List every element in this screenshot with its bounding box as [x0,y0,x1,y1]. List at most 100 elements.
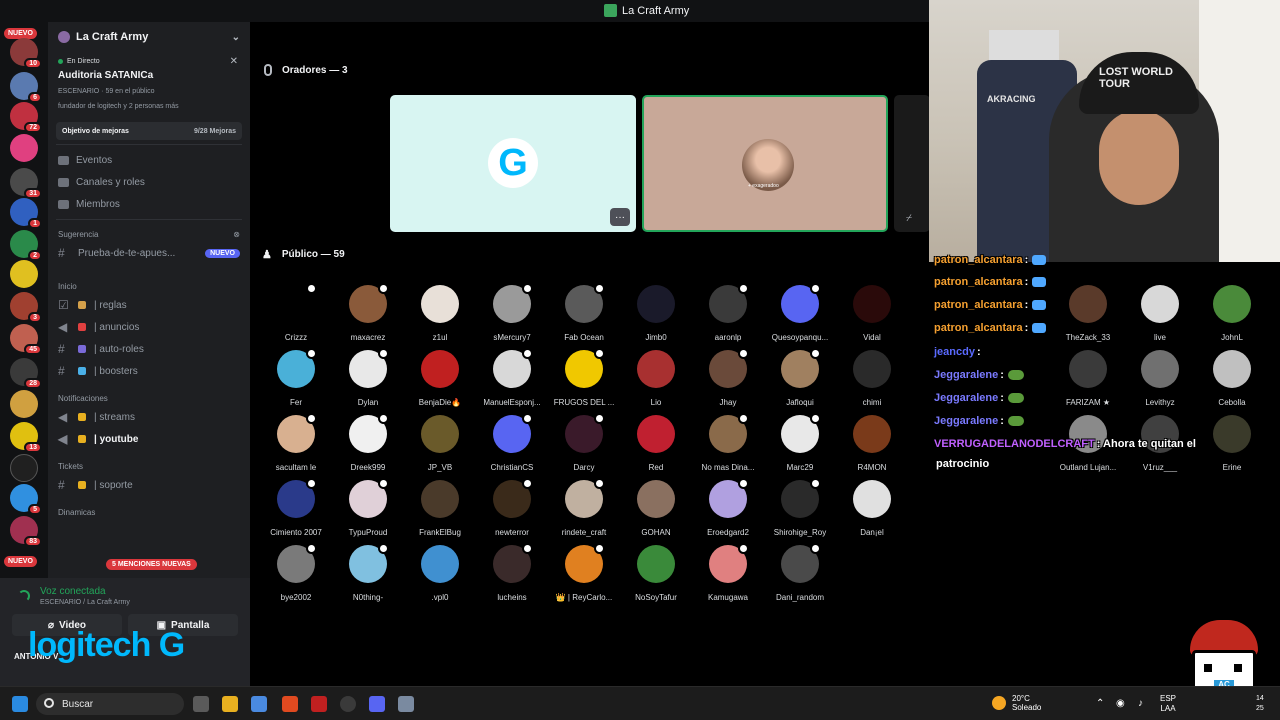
channel-soporte[interactable]: # | soporte [48,474,250,496]
audience-member[interactable]: chimi [836,350,908,407]
audience-member[interactable]: Jhay [692,348,764,407]
store-icon[interactable] [251,696,267,712]
category-inicio[interactable]: Inicio [48,278,250,294]
new-mentions-badge[interactable]: 5 MENCIONES NUEVAS [106,559,197,570]
obs-icon[interactable] [340,696,356,712]
audience-member[interactable]: Darcy [548,413,620,472]
server-icon[interactable]: 10 [10,38,42,69]
audience-member[interactable]: Levithyz [1124,350,1196,407]
language-indicator[interactable]: ESP LAA [1160,694,1176,714]
audience-member[interactable]: Jafloqui [764,348,836,407]
taskbar-search[interactable]: Buscar [36,693,184,715]
audience-member[interactable]: .vpl0 [404,545,476,602]
audience-member[interactable]: Dylan [332,348,404,407]
audience-member[interactable]: Eroedgard2 [692,478,764,537]
audience-member[interactable]: Dani_random [764,543,836,602]
close-icon[interactable]: ✕ [230,56,238,67]
audience-member[interactable]: Cimiento 2007 [260,478,332,537]
audience-member[interactable]: TypuProud [332,478,404,537]
server-icon[interactable]: 83 [10,516,42,547]
audience-member[interactable]: Cebolla [1196,350,1268,407]
audience-member[interactable]: Fer [260,348,332,407]
tray-network-icon[interactable]: ◉ [1116,698,1125,709]
server-icon[interactable]: 72 [10,102,42,133]
more-options-button[interactable]: ··· [610,208,630,226]
server-header[interactable]: La Craft Army ⌄ [48,22,250,52]
voice-status[interactable]: Voz conectada [40,586,106,597]
category-notificaciones[interactable]: Notificaciones [48,390,250,406]
audience-member[interactable]: Shirohige_Roy [764,478,836,537]
audience-member[interactable]: Crizzz [260,283,332,342]
channel-streams[interactable]: ◀ | streams [48,406,250,428]
audience-member[interactable]: 👑 | ReyCarlo... [548,543,620,602]
audience-member[interactable]: Dreek999 [332,413,404,472]
audience-member[interactable]: Erine [1196,415,1268,472]
settings-icon[interactable] [398,696,414,712]
channel-suggestion[interactable]: # Prueba-de-te-apues... NUEVO [48,242,250,264]
audience-member[interactable]: JP_VB [404,415,476,472]
audience-member[interactable]: maxacrez [332,283,404,342]
audience-member[interactable]: GOHAN [620,480,692,537]
audience-member[interactable]: Red [620,415,692,472]
tray-chevron-icon[interactable]: ⌃ [1096,698,1104,709]
audience-member[interactable]: R4MON [836,415,908,472]
audience-member[interactable]: z1ul [404,285,476,342]
audience-member[interactable]: FRUGOS DEL ... [548,348,620,407]
server-icon[interactable]: 3 [10,292,42,323]
nav-members[interactable]: Miembros [48,193,250,215]
close-icon[interactable]: ⊗ [233,230,240,239]
boost-goal[interactable]: Objetivo de mejoras 9/28 Mejoras [56,122,242,140]
audience-member[interactable]: rindete_craft [548,478,620,537]
audience-member[interactable]: TheZack_33 [1052,285,1124,342]
audience-member[interactable]: FARIZAM ★ [1052,350,1124,407]
audience-member[interactable]: sMercury7 [476,283,548,342]
audience-member[interactable]: Marc29 [764,413,836,472]
audience-member[interactable]: sacultam le [260,413,332,472]
channel-boosters[interactable]: # | boosters [48,360,250,382]
speaker-tile-logitech[interactable]: G ··· [390,95,636,232]
audience-member[interactable]: newterror [476,478,548,537]
speaker-tile-user[interactable]: + exageradoo [642,95,888,232]
brave-icon[interactable] [282,696,298,712]
nav-channels-roles[interactable]: Canales y roles [48,171,250,193]
audience-member[interactable]: Fab Ocean [548,283,620,342]
audience-member[interactable]: NoSoyTafur [620,545,692,602]
audience-member[interactable]: Dan¡el [836,480,908,537]
audience-member[interactable]: Kamugawa [692,543,764,602]
server-icon[interactable] [10,454,38,482]
task-view-icon[interactable] [193,696,209,712]
file-explorer-icon[interactable] [222,696,238,712]
server-icon[interactable]: 2 [10,230,42,261]
server-icon[interactable]: 45 [10,324,42,355]
server-icon[interactable]: 28 [10,358,42,389]
audience-member[interactable]: Jimb0 [620,285,692,342]
windows-start-icon[interactable] [12,696,28,712]
server-icon[interactable]: 1 [10,198,42,229]
audience-member[interactable]: aaronlp [692,283,764,342]
audience-member[interactable]: Quesoypanqu... [764,283,836,342]
category-dinamicas[interactable]: Dinamicas [48,504,250,520]
discord-icon[interactable] [369,696,385,712]
audience-member[interactable]: ChristianCS [476,413,548,472]
audience-member[interactable]: ManuelEsponj... [476,348,548,407]
server-icon[interactable]: 5 [10,484,42,515]
weather-widget[interactable]: 20°C Soleado [992,694,1041,712]
audience-member[interactable]: Vidal [836,285,908,342]
server-icon[interactable]: 13 [10,422,42,453]
channel-anuncios[interactable]: ◀ | anuncios [48,316,250,338]
audience-member[interactable]: JohnL [1196,285,1268,342]
audience-member[interactable]: FrankElBug [404,480,476,537]
category-suggestion[interactable]: Sugerencia ⊗ [48,226,250,242]
audience-member[interactable]: BenjaDie🔥 [404,350,476,407]
app-icon[interactable] [311,696,327,712]
nav-events[interactable]: Eventos [48,149,250,171]
server-icon[interactable] [10,390,38,418]
audience-member[interactable]: bye2002 [260,543,332,602]
live-event-card[interactable]: En Directo ✕ Auditoria SATANICa ESCENARI… [48,52,250,110]
audience-member[interactable]: N0thing- [332,543,404,602]
server-icon[interactable]: 31 [10,168,42,199]
channel-auto-roles[interactable]: # | auto-roles [48,338,250,360]
category-tickets[interactable]: Tickets [48,458,250,474]
audience-member[interactable]: lucheins [476,543,548,602]
audience-member[interactable]: live [1124,285,1196,342]
